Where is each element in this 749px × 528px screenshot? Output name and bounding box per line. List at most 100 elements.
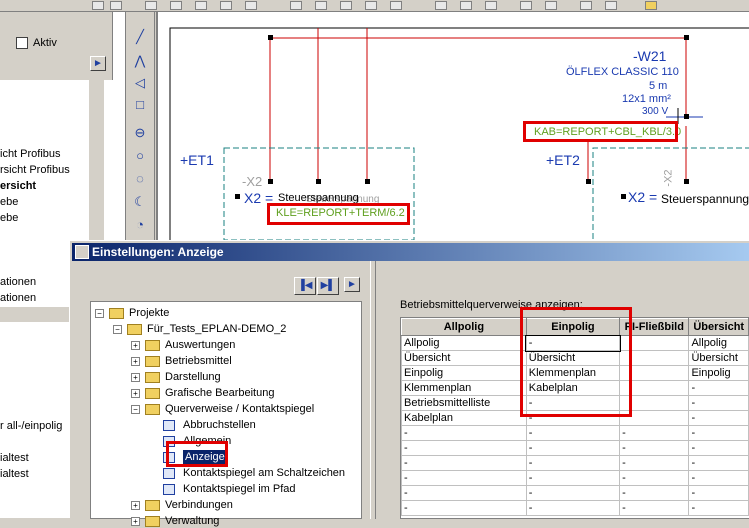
table-cell[interactable]: -	[525, 485, 621, 501]
tree-node-betriebsmittel[interactable]: Betriebsmittel	[165, 354, 232, 368]
navigator-item[interactable]: ersicht	[0, 180, 36, 192]
navigator-item[interactable]: ebe	[0, 196, 18, 208]
table-cell[interactable]: -	[688, 380, 749, 396]
toolbar-icon[interactable]	[110, 1, 122, 10]
table-cell[interactable]: -	[525, 470, 621, 486]
navigator-item[interactable]: ationen	[0, 292, 36, 304]
table-cell[interactable]: -	[619, 470, 690, 486]
navigator-item[interactable]: rsicht Profibus	[0, 164, 70, 176]
table-cell[interactable]: -	[401, 485, 527, 501]
toolbar-icon[interactable]	[435, 1, 447, 10]
tree-node-auswertungen[interactable]: Auswertungen	[165, 338, 235, 352]
table-cell[interactable]: Betriebsmittelliste	[401, 395, 527, 411]
collapse-icon[interactable]: −	[113, 325, 122, 334]
toolbar-icon[interactable]	[340, 1, 352, 10]
toolbar-icon[interactable]	[485, 1, 497, 10]
tree-node-kontaktspiegel-im-pfad[interactable]: Kontaktspiegel im Pfad	[183, 482, 296, 496]
table-cell[interactable]: -	[525, 425, 621, 441]
navigator-scrollbar[interactable]	[88, 80, 104, 245]
tree-node-verbindungen[interactable]: Verbindungen	[165, 498, 233, 512]
table-cell[interactable]: Klemmenplan	[401, 380, 527, 396]
table-cell[interactable]: -	[688, 395, 749, 411]
table-cell[interactable]: Allpolig	[401, 335, 527, 351]
table-cell[interactable]: Kabelplan	[401, 410, 527, 426]
toolbar-icon[interactable]	[365, 1, 377, 10]
line-tool-icon[interactable]: ╱	[133, 30, 147, 44]
table-cell[interactable]: -	[619, 425, 690, 441]
toolbar-icon[interactable]	[92, 1, 104, 10]
navigator-arrow-button[interactable]: ►	[90, 56, 106, 71]
collapse-icon[interactable]: −	[95, 309, 104, 318]
toolbar-icon[interactable]	[315, 1, 327, 10]
tree-node-darstellung[interactable]: Darstellung	[165, 370, 221, 384]
collapse-icon[interactable]: −	[131, 405, 140, 414]
table-cell[interactable]: -	[525, 500, 621, 516]
toolbar-icon[interactable]	[460, 1, 472, 10]
column-header[interactable]: Übersicht	[688, 318, 749, 336]
toolbar-icon[interactable]	[145, 1, 157, 10]
table-cell[interactable]: -	[688, 410, 749, 426]
toolbar-icon[interactable]	[545, 1, 557, 10]
toolbar-icon[interactable]	[290, 1, 302, 10]
dialog-splitter[interactable]	[370, 261, 376, 519]
tree-node-querverweise-kontaktspiegel[interactable]: Querverweise / Kontaktspiegel	[165, 402, 314, 416]
table-cell[interactable]: -	[401, 455, 527, 471]
table-cell[interactable]: -	[688, 440, 749, 456]
column-header[interactable]: Allpolig	[401, 318, 527, 336]
tree-node-abbruchstellen[interactable]: Abbruchstellen	[183, 418, 256, 432]
folder-icon[interactable]	[645, 1, 657, 10]
expand-icon[interactable]: +	[131, 373, 140, 382]
toolbar-icon[interactable]	[220, 1, 232, 10]
pie-tool-icon[interactable]: ◔	[133, 218, 147, 232]
toolbar-icon[interactable]	[245, 1, 257, 10]
table-cell[interactable]: Einpolig	[401, 365, 527, 381]
tree-node-verwaltung[interactable]: Verwaltung	[165, 514, 219, 528]
table-cell[interactable]: -	[688, 470, 749, 486]
expand-tree-button[interactable]: ▶▌	[317, 277, 339, 295]
expand-icon[interactable]: +	[131, 501, 140, 510]
table-cell[interactable]: Übersicht	[688, 350, 749, 366]
polygon-tool-icon[interactable]: ◁	[133, 76, 147, 90]
circle-center-tool-icon[interactable]: ⊖	[133, 126, 147, 140]
table-cell[interactable]: -	[688, 485, 749, 501]
table-cell[interactable]: Übersicht	[401, 350, 527, 366]
schematic-canvas[interactable]: +ET1 +ET2 -X2 X2 = Steuerspannung Steuer…	[156, 12, 749, 240]
tree-node-grafische-bearbeitung[interactable]: Grafische Bearbeitung	[165, 386, 274, 400]
toolbar-icon[interactable]	[520, 1, 532, 10]
navigator-item[interactable]: icht Profibus	[0, 148, 61, 160]
table-cell[interactable]: -	[688, 425, 749, 441]
navigator-item[interactable]: ebe	[0, 212, 18, 224]
toolbar-icon[interactable]	[195, 1, 207, 10]
arc-tool-icon[interactable]: ◌	[133, 172, 147, 186]
table-cell[interactable]: -	[401, 470, 527, 486]
polyline-tool-icon[interactable]: ⋀	[133, 54, 147, 68]
expand-icon[interactable]: +	[131, 517, 140, 526]
toolbar-icon[interactable]	[170, 1, 182, 10]
table-cell[interactable]: -	[401, 425, 527, 441]
collapse-tree-button[interactable]: ▐◀	[294, 277, 316, 295]
expand-icon[interactable]: +	[131, 357, 140, 366]
tree-node-für-tests-eplan-demo-2[interactable]: Für_Tests_EPLAN-DEMO_2	[147, 322, 286, 336]
tree-menu-arrow-button[interactable]: ►	[344, 277, 360, 292]
toolbar-icon[interactable]	[390, 1, 402, 10]
arc-3point-tool-icon[interactable]: ☾	[133, 195, 147, 209]
toolbar-icon[interactable]	[605, 1, 617, 10]
dialog-titlebar[interactable]: Einstellungen: Anzeige	[72, 243, 749, 261]
table-cell[interactable]: -	[619, 440, 690, 456]
table-cell[interactable]: -	[619, 500, 690, 516]
table-cell[interactable]: -	[688, 455, 749, 471]
circle-tool-icon[interactable]: ○	[133, 149, 147, 163]
navigator-item[interactable]: ialtest	[0, 468, 29, 480]
aktiv-checkbox[interactable]	[16, 37, 28, 49]
expand-icon[interactable]: +	[131, 389, 140, 398]
expand-icon[interactable]: +	[131, 341, 140, 350]
table-cell[interactable]: -	[525, 440, 621, 456]
toolbar-icon[interactable]	[580, 1, 592, 10]
navigator-item[interactable]: ialtest	[0, 452, 29, 464]
table-cell[interactable]: Allpolig	[688, 335, 749, 351]
navigator-item[interactable]: r all-/einpolig	[0, 420, 62, 432]
tree-node-kontaktspiegel-am-schaltzeichen[interactable]: Kontaktspiegel am Schaltzeichen	[183, 466, 345, 480]
table-cell[interactable]: -	[401, 500, 527, 516]
table-cell[interactable]: -	[688, 500, 749, 516]
table-cell[interactable]: -	[619, 455, 690, 471]
